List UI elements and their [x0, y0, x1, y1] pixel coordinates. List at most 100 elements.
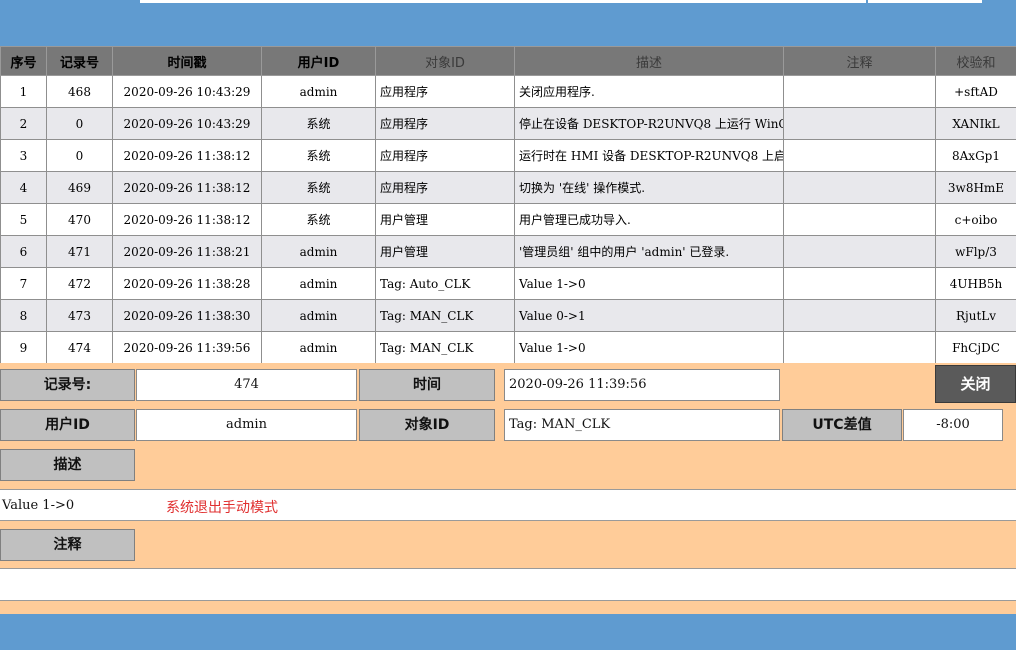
cell-description: 运行时在 HMI 设备 DESKTOP-R2UNVQ8 上启动: [514, 139, 784, 172]
cell-record-number: 469: [46, 171, 113, 204]
cell-checksum: FhCjDC: [935, 331, 1016, 364]
audit-log-table[interactable]: 序号 记录号 时间戳 用户ID 对象ID 描述 注释 校验和 1 468 202…: [0, 46, 1016, 364]
cell-object-id: Tag: MAN_CLK: [375, 299, 515, 332]
header-description[interactable]: 描述: [514, 46, 784, 76]
cell-timestamp: 2020-09-26 10:43:29: [112, 107, 262, 140]
cell-timestamp: 2020-09-26 11:38:28: [112, 267, 262, 300]
cell-user-id: admin: [261, 299, 376, 332]
header-index[interactable]: 序号: [0, 46, 47, 76]
cell-object-id: Tag: Auto_CLK: [375, 267, 515, 300]
cell-comment: [783, 331, 936, 364]
object-id-label: 对象ID: [359, 409, 495, 441]
cell-description: '管理员组' 组中的用户 'admin' 已登录.: [514, 235, 784, 268]
cell-record-number: 474: [46, 331, 113, 364]
cell-checksum: 3w8HmE: [935, 171, 1016, 204]
comment-label: 注释: [0, 529, 135, 561]
cell-user-id: 系统: [261, 171, 376, 204]
cell-checksum: 4UHB5h: [935, 267, 1016, 300]
record-number-field[interactable]: 474: [136, 369, 357, 401]
cell-timestamp: 2020-09-26 11:38:12: [112, 171, 262, 204]
cell-index: 3: [0, 139, 47, 172]
cell-description: Value 0->1: [514, 299, 784, 332]
description-note: 系统退出手动模式: [166, 500, 278, 516]
utc-offset-field[interactable]: -8:00: [903, 409, 1003, 441]
cell-user-id: admin: [261, 75, 376, 108]
header-timestamp[interactable]: 时间戳: [112, 46, 262, 76]
cell-comment: [783, 75, 936, 108]
cell-object-id: Tag: MAN_CLK: [375, 331, 515, 364]
table-row[interactable]: 1 468 2020-09-26 10:43:29 admin 应用程序 关闭应…: [0, 75, 1016, 108]
cell-user-id: 系统: [261, 139, 376, 172]
cell-user-id: 系统: [261, 203, 376, 236]
title-field-strip: [140, 0, 866, 3]
record-number-label: 记录号:: [0, 369, 135, 401]
cell-index: 4: [0, 171, 47, 204]
cell-description: Value 1->0: [514, 267, 784, 300]
cell-timestamp: 2020-09-26 11:38:12: [112, 139, 262, 172]
header-record-number[interactable]: 记录号: [46, 46, 113, 76]
cell-description: 用户管理已成功导入.: [514, 203, 784, 236]
table-row[interactable]: 5 470 2020-09-26 11:38:12 系统 用户管理 用户管理已成…: [0, 203, 1016, 236]
cell-record-number: 472: [46, 267, 113, 300]
comment-textbox[interactable]: [0, 568, 1016, 601]
object-id-field[interactable]: Tag: MAN_CLK: [504, 409, 780, 441]
close-button[interactable]: 关闭: [935, 365, 1016, 403]
table-row[interactable]: 4 469 2020-09-26 11:38:12 系统 应用程序 切换为 '在…: [0, 171, 1016, 204]
cell-checksum: +sftAD: [935, 75, 1016, 108]
table-row[interactable]: 2 0 2020-09-26 10:43:29 系统 应用程序 停止在设备 DE…: [0, 107, 1016, 140]
header-checksum[interactable]: 校验和: [935, 46, 1016, 76]
title-field-strip-2: [868, 0, 982, 3]
cell-comment: [783, 299, 936, 332]
user-id-field[interactable]: admin: [136, 409, 357, 441]
cell-user-id: admin: [261, 267, 376, 300]
table-row[interactable]: 8 473 2020-09-26 11:38:30 admin Tag: MAN…: [0, 299, 1016, 332]
header-user-id[interactable]: 用户ID: [261, 46, 376, 76]
top-title-bar: [0, 0, 1016, 46]
description-label: 描述: [0, 449, 135, 481]
cell-description: 切换为 '在线' 操作模式.: [514, 171, 784, 204]
cell-object-id: 用户管理: [375, 203, 515, 236]
table-header-row: 序号 记录号 时间戳 用户ID 对象ID 描述 注释 校验和: [0, 46, 1016, 76]
cell-checksum: 8AxGp1: [935, 139, 1016, 172]
cell-user-id: 系统: [261, 107, 376, 140]
table-row[interactable]: 6 471 2020-09-26 11:38:21 admin 用户管理 '管理…: [0, 235, 1016, 268]
cell-record-number: 473: [46, 299, 113, 332]
cell-user-id: admin: [261, 331, 376, 364]
cell-index: 7: [0, 267, 47, 300]
table-row[interactable]: 3 0 2020-09-26 11:38:12 系统 应用程序 运行时在 HMI…: [0, 139, 1016, 172]
cell-index: 5: [0, 203, 47, 236]
utc-offset-label: UTC差值: [782, 409, 902, 441]
description-textbox[interactable]: Value 1->0 系统退出手动模式: [0, 489, 1016, 521]
cell-checksum: RjutLv: [935, 299, 1016, 332]
cell-timestamp: 2020-09-26 11:38:21: [112, 235, 262, 268]
header-object-id[interactable]: 对象ID: [375, 46, 515, 76]
user-id-label: 用户ID: [0, 409, 135, 441]
cell-timestamp: 2020-09-26 11:38:12: [112, 203, 262, 236]
cell-record-number: 471: [46, 235, 113, 268]
header-comment[interactable]: 注释: [783, 46, 936, 76]
cell-index: 2: [0, 107, 47, 140]
cell-object-id: 用户管理: [375, 235, 515, 268]
cell-comment: [783, 267, 936, 300]
cell-index: 8: [0, 299, 47, 332]
cell-timestamp: 2020-09-26 11:39:56: [112, 331, 262, 364]
cell-comment: [783, 235, 936, 268]
cell-object-id: 应用程序: [375, 171, 515, 204]
cell-comment: [783, 203, 936, 236]
cell-object-id: 应用程序: [375, 75, 515, 108]
cell-checksum: XANIkL: [935, 107, 1016, 140]
table-row[interactable]: 9 474 2020-09-26 11:39:56 admin Tag: MAN…: [0, 331, 1016, 364]
cell-description: Value 1->0: [514, 331, 784, 364]
cell-comment: [783, 171, 936, 204]
cell-record-number: 468: [46, 75, 113, 108]
description-text: Value 1->0: [2, 498, 75, 513]
cell-record-number: 0: [46, 107, 113, 140]
cell-comment: [783, 139, 936, 172]
cell-index: 9: [0, 331, 47, 364]
time-label: 时间: [359, 369, 495, 401]
cell-index: 1: [0, 75, 47, 108]
time-field[interactable]: 2020-09-26 11:39:56: [504, 369, 780, 401]
table-row[interactable]: 7 472 2020-09-26 11:38:28 admin Tag: Aut…: [0, 267, 1016, 300]
cell-description: 关闭应用程序.: [514, 75, 784, 108]
cell-record-number: 470: [46, 203, 113, 236]
